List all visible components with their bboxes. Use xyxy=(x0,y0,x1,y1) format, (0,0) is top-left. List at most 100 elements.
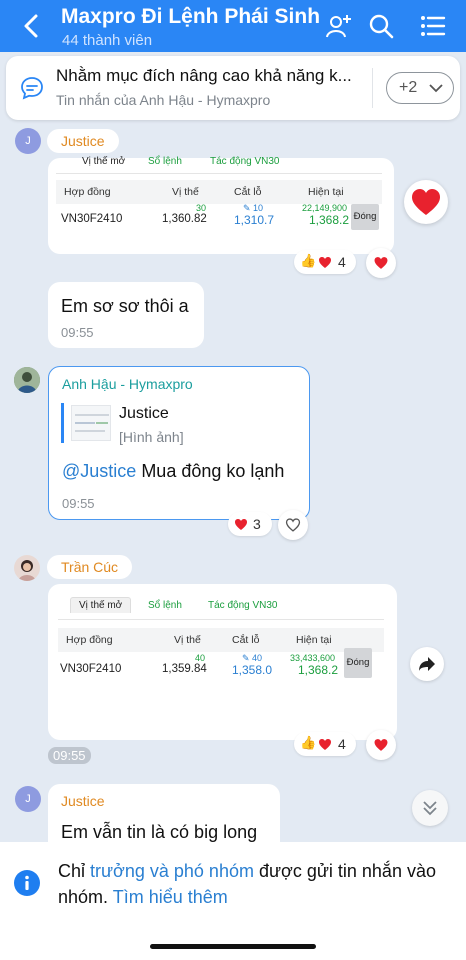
menu-icon[interactable] xyxy=(420,13,446,39)
group-title[interactable]: Maxpro Đi Lệnh Phái Sinh xyxy=(61,5,320,29)
quote-bar xyxy=(61,403,64,443)
avatar-photo xyxy=(14,555,40,581)
message-text: Em vẫn tin là có big long xyxy=(61,822,258,842)
chat-bubble-icon xyxy=(21,77,43,100)
reaction-count: 4 xyxy=(338,254,346,270)
react-button[interactable] xyxy=(366,730,396,760)
pinned-source: Tin nhắn của Anh Hậu - Hymaxpro xyxy=(56,92,271,108)
member-count: 44 thành viên xyxy=(62,32,153,49)
quote-thumbnail xyxy=(71,405,111,441)
avatar[interactable]: J xyxy=(15,128,41,154)
table-header: Hợp đồng Vị thế Cắt lỗ Hiện tại xyxy=(58,628,384,652)
image-message[interactable]: Vị thế mở Sổ lệnh Tác động VN30 Hợp đồng… xyxy=(48,156,394,254)
mention[interactable]: @Justice xyxy=(62,461,136,481)
notice-text: Chỉ trưởng và phó nhóm được gửi tin nhắn… xyxy=(58,861,436,907)
heart-icon xyxy=(374,257,388,269)
sender-name: Justice xyxy=(61,793,105,809)
position-qty: 30 xyxy=(196,203,207,213)
search-icon[interactable] xyxy=(368,13,394,39)
reply-message[interactable]: Anh Hậu - Hymaxpro Justice [Hình ảnh] @J… xyxy=(48,366,310,520)
avatar[interactable]: J xyxy=(15,786,41,812)
admin-only-notice: Chỉ trưởng và phó nhóm được gửi tin nhắn… xyxy=(0,842,466,960)
close-position-button: Đóng xyxy=(351,204,379,230)
pinned-text: Nhằm mục đích nâng cao khả năng k... xyxy=(56,66,352,85)
reaction-count: 3 xyxy=(253,516,261,532)
quote-type: [Hình ảnh] xyxy=(119,429,184,445)
scroll-to-bottom-button[interactable] xyxy=(412,790,448,826)
stoploss-price: 1,310.7 xyxy=(234,213,275,227)
admins-link[interactable]: trưởng và phó nhóm xyxy=(90,861,254,881)
trading-table: Vị thế mở Sổ lệnh Tác động VN30 Hợp đồng… xyxy=(58,592,384,702)
info-icon xyxy=(14,870,40,896)
col-position: Vị thế xyxy=(172,186,199,198)
sender-name: Anh Hậu - Hymaxpro xyxy=(62,376,193,392)
close-position-button: Đóng xyxy=(344,648,372,678)
message-time: 09:55 xyxy=(62,496,95,511)
more-pinned-button[interactable]: +2 xyxy=(386,72,454,104)
message-text: @Justice Mua đông ko lạnh xyxy=(62,461,285,481)
home-indicator[interactable] xyxy=(150,944,316,949)
position-price: 1,360.82 xyxy=(162,213,207,225)
share-arrow-icon xyxy=(419,657,435,671)
heart-icon xyxy=(412,189,440,215)
table-tabs: Vị thế mở Sổ lệnh Tác động VN30 xyxy=(56,156,382,174)
col-contract: Hợp đồng xyxy=(64,186,111,198)
quote-sender: Justice xyxy=(119,405,169,422)
col-stoploss: Cắt lỗ xyxy=(232,634,260,646)
profit-loss: 33,433,600 xyxy=(290,653,336,663)
contract-code: VN30F2410 xyxy=(61,213,123,225)
tab-open-positions: Vị thế mở xyxy=(70,597,132,613)
trading-table: Vị thế mở Sổ lệnh Tác động VN30 Hợp đồng… xyxy=(56,156,382,252)
avatar-photo xyxy=(14,367,40,393)
heart-outline-icon xyxy=(285,518,301,532)
avatar[interactable] xyxy=(14,367,40,393)
heart-icon xyxy=(374,739,388,751)
reaction-summary[interactable]: 👍 4 xyxy=(294,732,356,756)
position-price: 1,359.84 xyxy=(162,663,207,675)
current-price: 1,368.2 xyxy=(309,213,350,227)
current-price: 1,368.2 xyxy=(298,663,339,677)
heart-icon xyxy=(319,257,331,268)
add-member-icon[interactable] xyxy=(326,13,352,39)
col-contract: Hợp đồng xyxy=(66,634,113,646)
profit-loss: 22,149,900 xyxy=(302,203,348,213)
avatar[interactable] xyxy=(14,555,40,581)
tab-vn30-impact: Tác động VN30 xyxy=(210,156,280,167)
table-header: Hợp đồng Vị thế Cắt lỗ Hiện tại xyxy=(56,180,382,204)
col-stoploss: Cắt lỗ xyxy=(234,186,262,198)
reaction-summary[interactable]: 3 xyxy=(228,512,272,536)
tab-order-book: Sổ lệnh xyxy=(148,156,182,167)
col-current: Hiện tại xyxy=(308,186,344,198)
more-count: +2 xyxy=(399,79,418,96)
chat-header: Maxpro Đi Lệnh Phái Sinh 44 thành viên xyxy=(0,0,466,52)
chevron-down-icon xyxy=(429,84,443,93)
react-heart-button[interactable] xyxy=(404,180,448,224)
position-qty: 40 xyxy=(195,653,206,663)
heart-icon xyxy=(319,739,331,750)
double-chevron-down-icon xyxy=(423,801,437,816)
contract-code: VN30F2410 xyxy=(60,663,122,675)
sender-name: Justice xyxy=(47,129,119,153)
text-message[interactable]: Em sơ sơ thôi a 09:55 xyxy=(48,282,204,348)
heart-icon xyxy=(235,519,247,530)
thumbs-up-icon: 👍 xyxy=(300,735,317,750)
learn-more-link[interactable]: Tìm hiểu thêm xyxy=(113,887,228,907)
tab-order-book: Sổ lệnh xyxy=(148,600,182,611)
pinned-message[interactable]: Nhằm mục đích nâng cao khả năng k... Tin… xyxy=(6,56,460,120)
forward-button[interactable] xyxy=(410,647,444,681)
thumbs-up-icon: 👍 xyxy=(300,253,317,268)
stoploss-price: 1,358.0 xyxy=(232,663,273,677)
tab-open-positions: Vị thế mở xyxy=(82,156,126,167)
message-time: 09:55 xyxy=(48,747,91,764)
reaction-summary[interactable]: 👍 4 xyxy=(294,250,356,274)
image-message[interactable]: Vị thế mở Sổ lệnh Tác động VN30 Hợp đồng… xyxy=(48,584,397,740)
table-tabs: Vị thế mở Sổ lệnh Tác động VN30 xyxy=(58,592,384,620)
divider xyxy=(372,68,373,108)
col-current: Hiện tại xyxy=(296,634,332,646)
message-time: 09:55 xyxy=(61,325,94,340)
react-button[interactable] xyxy=(278,510,308,540)
react-button[interactable] xyxy=(366,248,396,278)
sender-name: Trần Cúc xyxy=(47,555,133,579)
tab-vn30-impact: Tác động VN30 xyxy=(208,600,278,611)
back-icon[interactable] xyxy=(20,12,44,40)
